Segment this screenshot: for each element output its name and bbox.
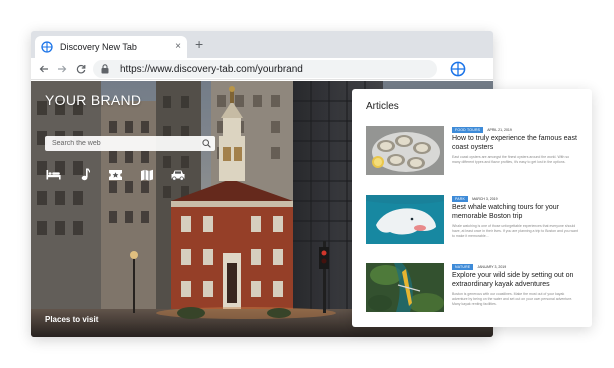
kayak-thumbnail	[366, 263, 444, 312]
articles-panel: Articles FOOD TOURS APRIL 21, 2019 How t…	[352, 89, 592, 327]
article-date: January 3, 2019	[477, 265, 507, 269]
extension-globe-icon[interactable]	[449, 60, 467, 78]
article-date: MARCH 3, 2019	[472, 197, 498, 201]
brand-title: YOUR BRAND	[45, 92, 142, 108]
reload-icon[interactable]	[74, 62, 88, 76]
forward-arrow-icon[interactable]	[55, 62, 69, 76]
search-icon[interactable]	[202, 139, 211, 148]
globe-icon	[41, 41, 53, 53]
lock-icon	[101, 64, 111, 74]
search-input[interactable]	[45, 136, 195, 151]
ticket-icon[interactable]	[107, 167, 124, 182]
toolbar: https://www.discovery-tab.com/yourbrand	[31, 58, 493, 80]
category-badge: NATURE	[452, 264, 474, 270]
shortcut-row	[45, 167, 186, 182]
places-to-visit-link[interactable]: Places to visit	[45, 315, 98, 324]
close-tab-icon[interactable]: ×	[175, 42, 181, 52]
tab-strip: Discovery New Tab × +	[31, 31, 493, 58]
back-arrow-icon[interactable]	[37, 62, 51, 76]
music-note-icon[interactable]	[76, 167, 93, 182]
new-tab-button[interactable]: +	[195, 37, 203, 51]
tab-title: Discovery New Tab	[60, 42, 137, 52]
bed-icon[interactable]	[45, 167, 62, 182]
article-title[interactable]: How to truly experience the famous east …	[452, 134, 580, 152]
article-title[interactable]: Best whale watching tours for your memor…	[452, 203, 580, 221]
tab-discovery[interactable]: Discovery New Tab ×	[35, 36, 187, 58]
beluga-whale-thumbnail	[366, 195, 444, 244]
url-text: https://www.discovery-tab.com/yourbrand	[120, 63, 303, 75]
category-badge: FOOD TOURS	[452, 127, 484, 133]
article-summary: Whale watching is one of those unforgett…	[452, 224, 578, 238]
article-card[interactable]: PARK MARCH 3, 2019 Best whale watching t…	[366, 195, 582, 245]
article-summary: Boston is generous with our coastlines. …	[452, 292, 573, 306]
article-summary: East coast oysters are amongst the fines…	[452, 155, 570, 164]
category-badge: PARK	[452, 196, 469, 202]
articles-heading: Articles	[366, 101, 399, 112]
promo-canvas: Discovery New Tab × + https://www.discov…	[0, 0, 614, 368]
car-icon[interactable]	[169, 167, 186, 182]
address-bar[interactable]: https://www.discovery-tab.com/yourbrand	[93, 60, 437, 78]
oysters-thumbnail	[366, 126, 444, 175]
map-icon[interactable]	[138, 167, 155, 182]
article-card[interactable]: FOOD TOURS APRIL 21, 2019 How to truly e…	[366, 126, 582, 176]
article-title[interactable]: Explore your wild side by setting out on…	[452, 271, 580, 289]
web-search-box	[45, 136, 215, 151]
article-card[interactable]: NATURE January 3, 2019 Explore your wild…	[366, 263, 582, 313]
article-date: APRIL 21, 2019	[487, 128, 512, 132]
